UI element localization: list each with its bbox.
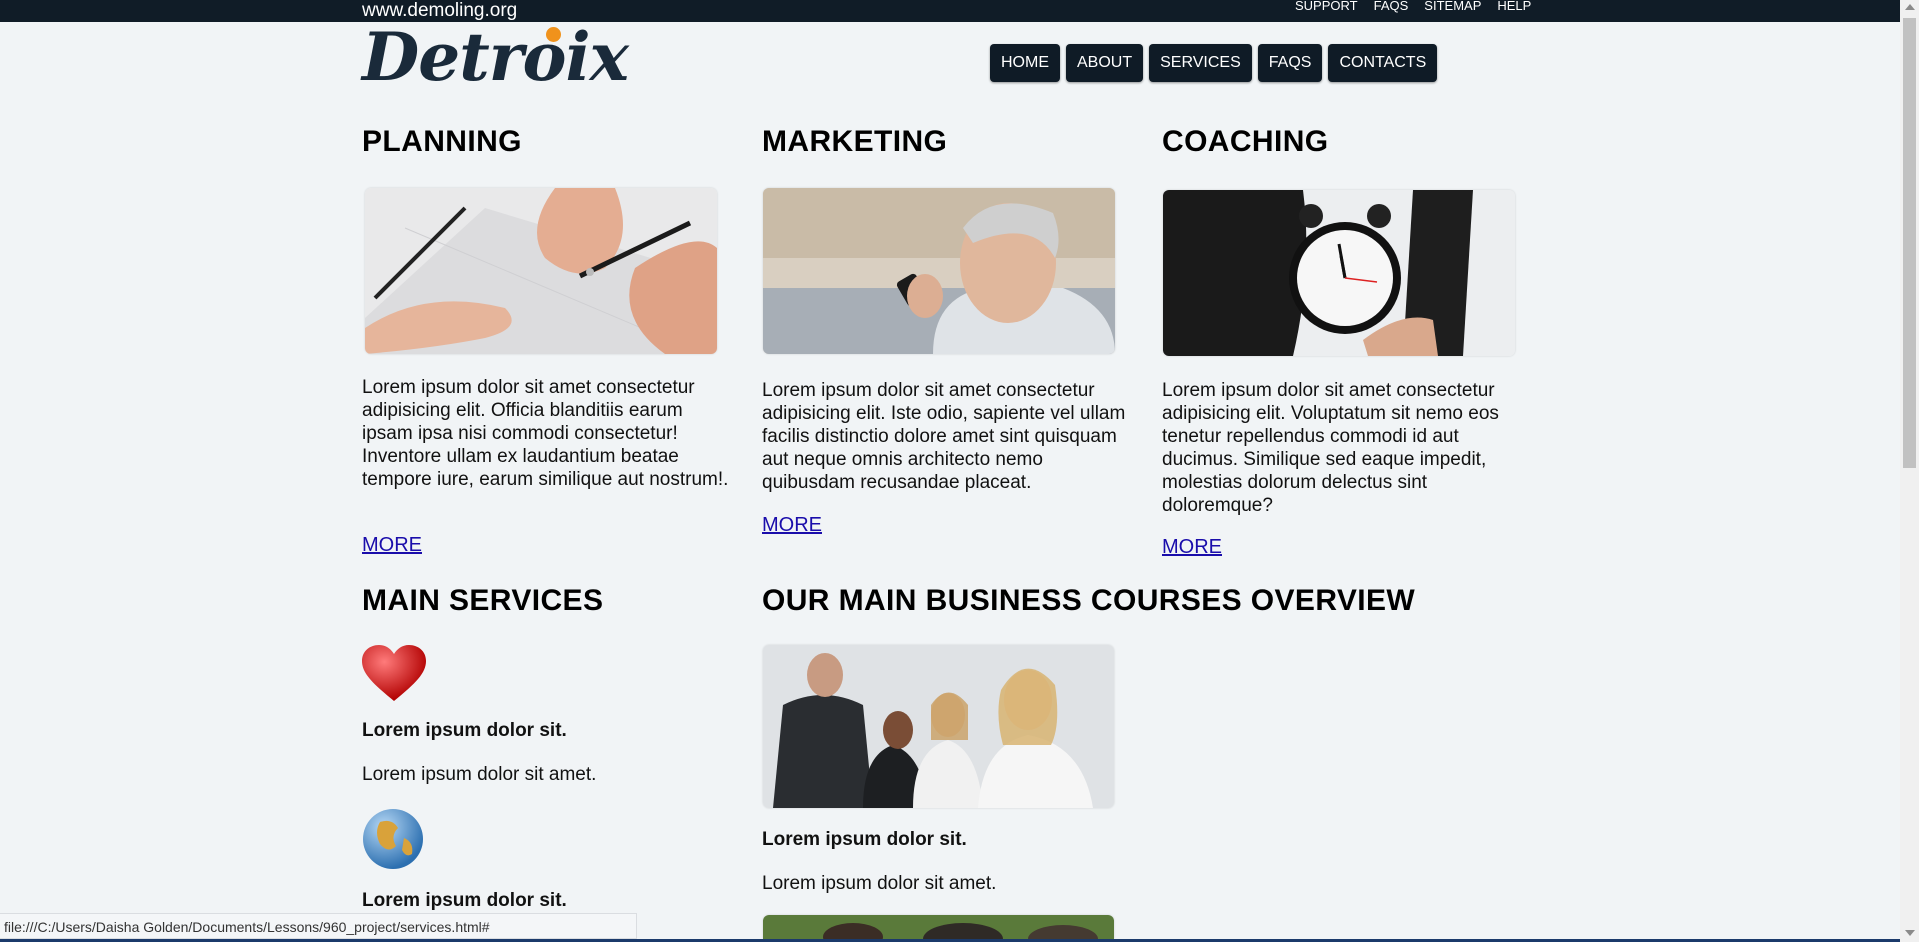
- marketing-image: [763, 188, 1115, 354]
- service-2-heading: Lorem ipsum dolor sit.: [362, 890, 567, 911]
- coaching-image: [1163, 190, 1515, 356]
- support-link[interactable]: SUPPORT: [1295, 0, 1358, 12]
- main-services-heading: MAIN SERVICES: [362, 584, 604, 617]
- course-2-image: [763, 915, 1114, 939]
- planning-image: [365, 188, 717, 354]
- nav-faqs[interactable]: FAQS: [1257, 44, 1323, 82]
- sitemap-link[interactable]: SITEMAP: [1424, 0, 1481, 12]
- top-links: SUPPORT FAQS SITEMAP HELP: [1295, 0, 1531, 12]
- browser-status-bar: file:///C:/Users/Daisha Golden/Documents…: [0, 913, 637, 939]
- faqs-top-link[interactable]: FAQS: [1374, 0, 1409, 12]
- logo[interactable]: Detroix: [362, 20, 629, 94]
- nav-about[interactable]: ABOUT: [1066, 44, 1144, 82]
- nav-services[interactable]: SERVICES: [1149, 44, 1252, 82]
- coaching-text: Lorem ipsum dolor sit amet consectetur a…: [1162, 380, 1499, 516]
- service-1-heading: Lorem ipsum dolor sit.: [362, 720, 567, 741]
- courses-heading: OUR MAIN BUSINESS COURSES OVERVIEW: [762, 584, 1416, 617]
- marketing-heading: MARKETING: [762, 125, 948, 158]
- help-link[interactable]: HELP: [1497, 0, 1531, 12]
- coaching-more-link[interactable]: MORE: [1162, 536, 1222, 559]
- nav-contacts[interactable]: CONTACTS: [1328, 44, 1438, 82]
- course-1-heading: Lorem ipsum dolor sit.: [762, 829, 967, 850]
- coaching-heading: COACHING: [1162, 125, 1329, 158]
- main-nav: HOME ABOUT SERVICES FAQS CONTACTS: [990, 44, 1438, 82]
- marketing-more-link[interactable]: MORE: [762, 514, 822, 537]
- scroll-thumb[interactable]: [1903, 18, 1916, 468]
- scroll-up-arrow-icon[interactable]: [1905, 4, 1915, 10]
- course-1-text: Lorem ipsum dolor sit amet.: [762, 873, 997, 894]
- planning-text: Lorem ipsum dolor sit amet consectetur a…: [362, 377, 729, 490]
- vertical-scrollbar[interactable]: [1900, 0, 1919, 942]
- course-1-image: [763, 645, 1114, 808]
- service-1-text: Lorem ipsum dolor sit amet.: [362, 764, 597, 785]
- top-bar: www.demoling.org SUPPORT FAQS SITEMAP HE…: [0, 0, 1900, 22]
- globe-icon: [362, 808, 424, 875]
- marketing-text: Lorem ipsum dolor sit amet consectetur a…: [762, 380, 1126, 493]
- planning-heading: PLANNING: [362, 125, 522, 158]
- scroll-down-arrow-icon[interactable]: [1905, 930, 1915, 936]
- planning-more-link[interactable]: MORE: [362, 534, 422, 557]
- heart-icon: [362, 645, 426, 708]
- logo-dot: [546, 27, 561, 42]
- nav-home[interactable]: HOME: [990, 44, 1060, 82]
